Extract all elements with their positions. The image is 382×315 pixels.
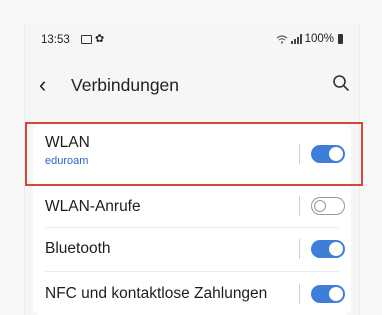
chevron-left-icon[interactable]: ‹	[39, 72, 46, 98]
nfc-label: NFC und kontaktlose Zahlungen	[45, 285, 268, 302]
status-right-group: 100%	[276, 33, 343, 45]
battery-icon	[338, 34, 343, 44]
bluetooth-toggle[interactable]	[311, 240, 345, 258]
gear-icon: ✿	[95, 33, 105, 45]
settings-item-nfc[interactable]: NFC und kontaktlose Zahlungen	[33, 272, 351, 315]
highlight-box-wlan	[25, 122, 363, 186]
battery-percent: 100%	[304, 33, 334, 45]
toggle-knob	[329, 287, 343, 301]
toggle-knob	[314, 199, 326, 212]
wifi-icon	[276, 35, 287, 44]
image-icon	[81, 35, 92, 44]
phone-screen: 13:53 ✿ 100% ‹ Verbindungen WLAN eduroam	[24, 24, 363, 315]
settings-item-bluetooth[interactable]: Bluetooth	[33, 228, 351, 271]
settings-item-wlan-calls[interactable]: WLAN-Anrufe	[33, 185, 351, 227]
status-bar: 13:53 ✿ 100%	[25, 24, 359, 56]
nfc-toggle[interactable]	[311, 285, 345, 303]
wlan-calls-toggle[interactable]	[311, 197, 345, 215]
row-divider	[299, 239, 300, 259]
row-divider	[299, 284, 300, 304]
row-divider	[299, 196, 300, 216]
status-time: 13:53	[41, 34, 70, 46]
search-icon[interactable]	[331, 73, 351, 93]
page-title: Verbindungen	[71, 75, 180, 95]
app-header: ‹ Verbindungen	[25, 68, 359, 104]
signal-icon	[290, 34, 302, 44]
wlan-calls-label: WLAN-Anrufe	[45, 198, 141, 215]
bluetooth-label: Bluetooth	[45, 240, 111, 257]
toggle-knob	[329, 242, 343, 256]
